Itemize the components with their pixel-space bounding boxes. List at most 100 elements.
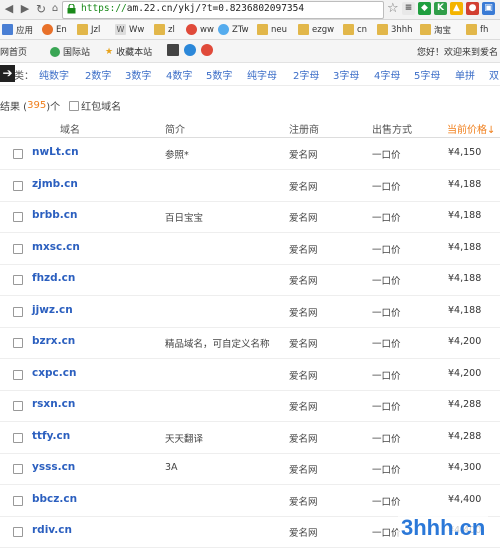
back-arrow-icon[interactable]: ➔ bbox=[0, 65, 15, 82]
domain-link[interactable]: zjmb.cn bbox=[32, 178, 78, 190]
table-row[interactable]: brbb.cn 百日宝宝 爱名网 一口价 ¥4,188 bbox=[0, 201, 500, 233]
table-row[interactable]: rsxn.cn 爱名网 一口价 ¥4,288 bbox=[0, 390, 500, 422]
favorite-link[interactable]: ★ 收藏本站 bbox=[105, 45, 152, 59]
category-4-letters[interactable]: 4字母 bbox=[374, 67, 400, 82]
extension-icon[interactable]: ● bbox=[466, 2, 479, 15]
category-pure-digits[interactable]: 纯数字 bbox=[39, 67, 69, 82]
sale-method: 一口价 bbox=[372, 433, 401, 445]
domain-link[interactable]: ttfy.cn bbox=[32, 430, 70, 442]
domain-link[interactable]: brbb.cn bbox=[32, 209, 77, 221]
results-summary: 结果 (395)个 红包域名 bbox=[0, 100, 122, 113]
category-double-pinyin[interactable]: 双 bbox=[489, 67, 499, 82]
extension-icon[interactable]: ◆ bbox=[418, 2, 431, 15]
bookmark[interactable]: ZTw bbox=[218, 22, 249, 37]
domain-link[interactable]: ysss.cn bbox=[32, 461, 75, 473]
bookmark[interactable]: ezgw bbox=[298, 22, 334, 37]
table-row[interactable]: bbcz.cn 爱名网 一口价 ¥4,400 bbox=[0, 485, 500, 517]
home-link[interactable]: 网首页 bbox=[0, 45, 27, 58]
domain-link[interactable]: bbcz.cn bbox=[32, 493, 77, 505]
qr-code-icon[interactable] bbox=[167, 44, 182, 56]
domain-intro: 精品域名，可自定义名称 bbox=[165, 339, 270, 350]
folder-icon bbox=[77, 24, 88, 35]
category-4-digits[interactable]: 4数字 bbox=[166, 67, 192, 82]
domain-link[interactable]: mxsc.cn bbox=[32, 241, 80, 253]
row-checkbox[interactable] bbox=[13, 149, 23, 159]
red-envelope-filter-checkbox[interactable] bbox=[69, 100, 80, 111]
bookmark[interactable]: fh bbox=[466, 22, 488, 37]
header-current-price[interactable]: 当前价格↓ bbox=[447, 121, 495, 136]
table-row[interactable]: nwLt.cn 参照* 爱名网 一口价 ¥4,150 bbox=[0, 138, 500, 170]
table-row[interactable]: fhzd.cn 爱名网 一口价 ¥4,188 bbox=[0, 264, 500, 296]
category-3-digits[interactable]: 3数字 bbox=[125, 67, 151, 82]
domain-link[interactable]: fhzd.cn bbox=[32, 272, 75, 284]
bookmark-apps[interactable]: 应用 bbox=[2, 22, 33, 37]
price: ¥4,300 bbox=[448, 462, 482, 473]
domain-link[interactable]: bzrx.cn bbox=[32, 335, 75, 347]
table-row[interactable]: bzrx.cn 精品域名，可自定义名称 爱名网 一口价 ¥4,200 bbox=[0, 327, 500, 359]
reload-icon[interactable]: ↻ bbox=[34, 2, 48, 16]
apps-grid-icon bbox=[2, 24, 13, 35]
category-pure-letters[interactable]: 纯字母 bbox=[247, 67, 277, 82]
table-row[interactable]: ttfy.cn 天天翻译 爱名网 一口价 ¥4,288 bbox=[0, 422, 500, 454]
category-single-pinyin[interactable]: 单拼 bbox=[455, 67, 475, 82]
domain-link[interactable]: jjwz.cn bbox=[32, 304, 73, 316]
star-icon[interactable]: ☆ bbox=[387, 1, 399, 16]
domain-link[interactable]: nwLt.cn bbox=[32, 146, 79, 158]
extension-k-icon[interactable]: K bbox=[434, 2, 447, 15]
bookmark[interactable]: 3hhh bbox=[377, 22, 413, 37]
bookmark[interactable]: Jzl bbox=[77, 22, 100, 37]
address-bar[interactable]: https://am.22.cn/ykj/?t=0.8236802097354 bbox=[62, 1, 384, 19]
sale-method: 一口价 bbox=[372, 244, 401, 256]
domain-link[interactable]: rsxn.cn bbox=[32, 398, 75, 410]
table-row[interactable]: jjwz.cn 爱名网 一口价 ¥4,188 bbox=[0, 296, 500, 328]
registrar: 爱名网 bbox=[289, 465, 318, 476]
bookmark[interactable]: zl bbox=[154, 22, 175, 37]
row-checkbox[interactable] bbox=[13, 275, 23, 285]
header-domain[interactable]: 域名 bbox=[60, 121, 80, 136]
row-checkbox[interactable] bbox=[13, 212, 23, 222]
row-checkbox[interactable] bbox=[13, 338, 23, 348]
bookmark[interactable]: ww bbox=[186, 22, 214, 37]
category-5-letters[interactable]: 5字母 bbox=[414, 67, 440, 82]
domain-link[interactable]: rdiv.cn bbox=[32, 524, 72, 536]
row-checkbox[interactable] bbox=[13, 243, 23, 254]
category-2-digits[interactable]: 2数字 bbox=[85, 67, 111, 82]
row-checkbox[interactable] bbox=[13, 369, 23, 380]
row-checkbox[interactable] bbox=[13, 432, 23, 443]
registrar: 爱名网 bbox=[289, 402, 318, 413]
bookmark[interactable]: neu bbox=[257, 22, 287, 37]
red-envelope-filter-label: 红包域名 bbox=[81, 102, 122, 113]
table-row[interactable]: mxsc.cn 爱名网 一口价 ¥4,188 bbox=[0, 233, 500, 265]
bookmark[interactable]: cn bbox=[343, 22, 367, 37]
bookmark[interactable]: 淘宝 bbox=[420, 22, 451, 37]
category-2-letters[interactable]: 2字母 bbox=[293, 67, 319, 82]
sale-method: 一口价 bbox=[372, 402, 401, 413]
table-row[interactable]: zjmb.cn 爱名网 一口价 ¥4,188 bbox=[0, 170, 500, 202]
category-3-letters[interactable]: 3字母 bbox=[333, 67, 359, 82]
row-checkbox[interactable] bbox=[13, 306, 23, 317]
registrar: 爱名网 bbox=[289, 433, 318, 445]
bookmark[interactable]: En bbox=[42, 22, 67, 37]
table-row[interactable]: cxpc.cn 爱名网 一口价 ¥4,200 bbox=[0, 359, 500, 391]
domain-intro: 3A bbox=[165, 462, 178, 473]
table-row[interactable]: ysss.cn 3A 爱名网 一口价 ¥4,300 bbox=[0, 453, 500, 485]
drive-icon[interactable]: ▲ bbox=[450, 2, 463, 15]
intl-link[interactable]: 国际站 bbox=[50, 45, 90, 58]
row-checkbox[interactable] bbox=[13, 401, 23, 411]
domain-link[interactable]: cxpc.cn bbox=[32, 367, 76, 379]
home-icon[interactable]: ⌂ bbox=[48, 2, 62, 16]
forward-arrow-icon[interactable]: ▶ bbox=[18, 2, 32, 16]
qq-icon[interactable] bbox=[184, 44, 199, 56]
bookmark[interactable]: W Ww bbox=[115, 22, 144, 37]
row-checkbox[interactable] bbox=[13, 495, 23, 506]
row-checkbox[interactable] bbox=[13, 464, 23, 474]
price: ¥4,188 bbox=[448, 304, 482, 316]
row-checkbox[interactable] bbox=[13, 180, 23, 191]
extension-icon[interactable]: ▣ bbox=[482, 2, 495, 15]
back-arrow-icon[interactable]: ◀ bbox=[2, 2, 16, 16]
registrar: 爱名网 bbox=[289, 150, 318, 161]
category-5-digits[interactable]: 5数字 bbox=[206, 67, 232, 82]
row-checkbox[interactable] bbox=[13, 527, 23, 537]
extension-icon[interactable]: ≡ bbox=[402, 2, 415, 15]
weibo-icon[interactable] bbox=[201, 44, 216, 56]
